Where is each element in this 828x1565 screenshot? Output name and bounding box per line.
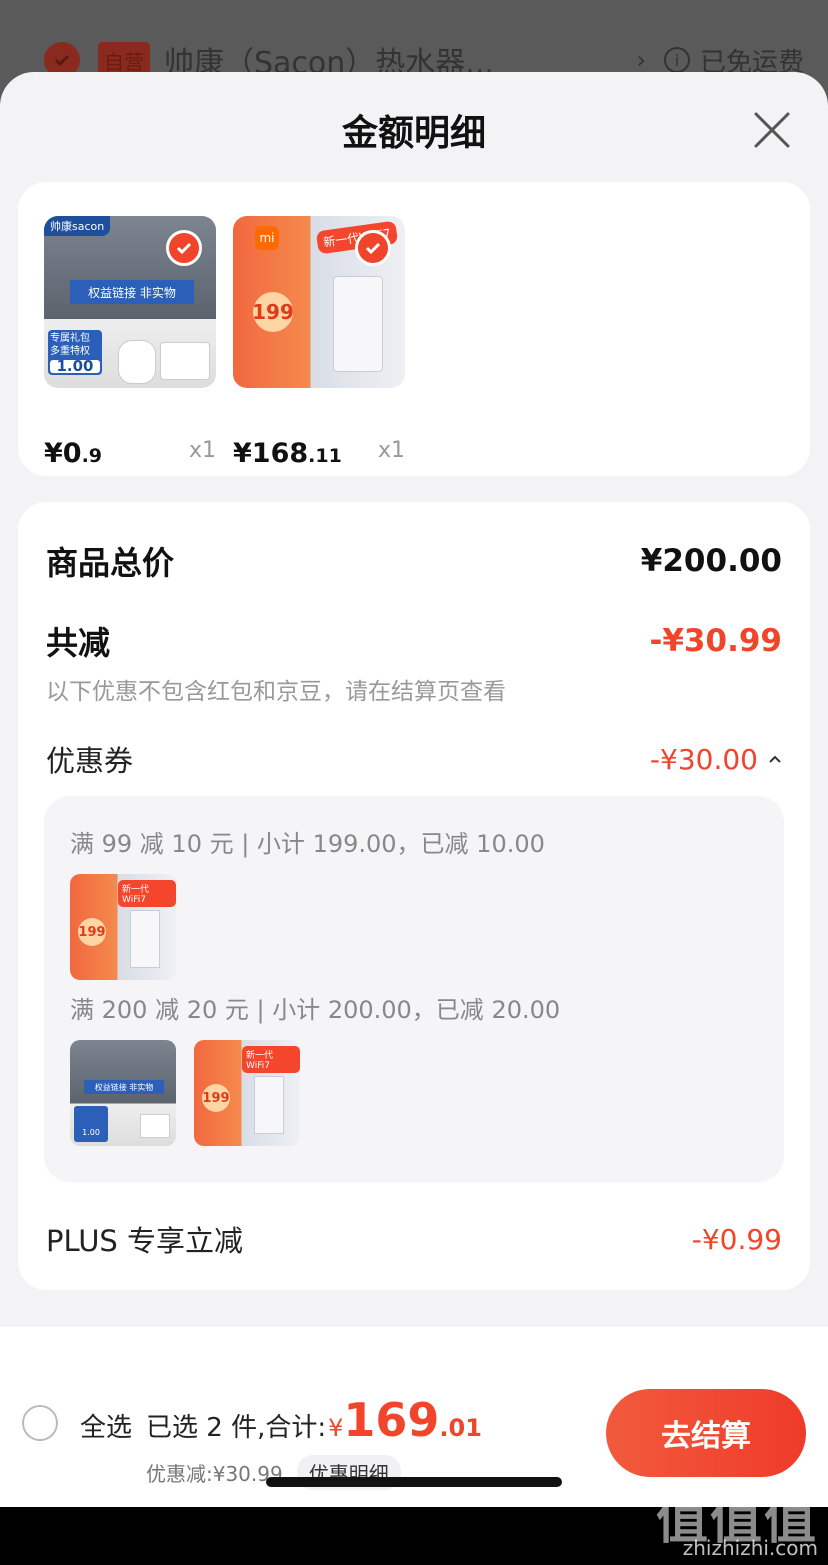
close-button[interactable] (752, 110, 792, 150)
info-icon: i (663, 47, 690, 73)
coupon-product-thumb: 新一代WiFi7 199 (194, 1040, 300, 1146)
total-amount-decimal: .01 (439, 1414, 482, 1442)
summary-text: 已选 2 件,合计: (146, 1413, 327, 1443)
coupon-row[interactable]: 优惠券 -¥30.00 (46, 738, 782, 780)
coupon-value: -¥30.00 (650, 743, 782, 776)
product-image-router: mi 新一代WiFi7 199 (233, 216, 405, 388)
product-quantity: x1 (377, 438, 405, 463)
coupon-label: 优惠券 (46, 744, 134, 778)
chevron-up-icon (769, 755, 781, 763)
router-shape (254, 1076, 284, 1134)
coupon-product-thumb: 权益链接 非实物 1.00 (70, 1040, 176, 1146)
gift-tag-price: 1.00 (50, 359, 100, 374)
products-card: 帅康sacon 权益链接 非实物 专属礼包 多重特权 1.00 ¥0.9 x1 … (18, 182, 810, 476)
checkout-button[interactable]: 去结算 (606, 1389, 806, 1477)
thumb-overlay-label: 新一代WiFi7 (242, 1046, 300, 1073)
product-price: ¥0.9 (44, 438, 103, 469)
heater-panel-shape (140, 1114, 170, 1138)
home-indicator[interactable] (266, 1477, 562, 1487)
coupon-rule: 满 200 减 20 元 | 小计 200.00，已减 20.00 (70, 996, 561, 1024)
coupon-product-thumb: 新一代WiFi7 199 (70, 874, 176, 980)
thumb-promo-badge: 199 (202, 1084, 230, 1112)
product-quantity: x1 (188, 438, 216, 463)
heater-panel-shape (160, 342, 210, 380)
total-reduce-value: -¥30.99 (649, 623, 783, 659)
selected-check-icon (355, 230, 391, 266)
order-summary: 已选 2 件,合计: ¥ 169 .01 (146, 1393, 482, 1447)
product-item[interactable]: mi 新一代WiFi7 199 ¥168.11 x1 (233, 216, 405, 469)
total-price-value: ¥200.00 (640, 543, 782, 579)
brand-logo: 帅康sacon (44, 216, 111, 236)
amount-detail-sheet: 金额明细 帅康sacon 权益链接 非实物 专属礼包 多重特权 1.00 ¥0.… (0, 72, 828, 1507)
close-icon (754, 112, 790, 148)
thumb-gift-tag: 1.00 (74, 1106, 108, 1142)
product-image-heater: 帅康sacon 权益链接 非实物 专属礼包 多重特权 1.00 (44, 216, 216, 388)
sheet-title: 金额明细 (341, 113, 486, 154)
select-all-radio[interactable] (22, 1405, 58, 1441)
total-reduce-label: 共减 (46, 624, 111, 662)
thumb-promo-badge: 199 (78, 918, 106, 946)
product-item[interactable]: 帅康sacon 权益链接 非实物 专属礼包 多重特权 1.00 ¥0.9 x1 (44, 216, 216, 469)
heater-device-shape (118, 340, 156, 384)
select-all-label[interactable]: 全选 (80, 1407, 132, 1444)
product-price: ¥168.11 (233, 438, 342, 469)
total-price-row: 商品总价 ¥200.00 (46, 538, 782, 584)
coupon-amount: -¥30.00 (649, 742, 758, 776)
promo-price-badge: 199 (252, 292, 294, 332)
currency-symbol: ¥ (328, 1414, 344, 1442)
chevron-right-icon: › (636, 46, 646, 74)
router-shape (130, 910, 160, 968)
product-overlay-label: 权益链接 非实物 (70, 280, 194, 304)
plus-discount-row: PLUS 专享立减 -¥0.99 (46, 1218, 782, 1260)
thumb-overlay-label: 新一代WiFi7 (118, 880, 176, 907)
gift-tag-line1: 专属礼包 (50, 333, 90, 344)
discount-text: 优惠减:¥30.99 (146, 1462, 283, 1486)
watermark-url: zhizhizhi.com (682, 1536, 818, 1560)
plus-discount-value: -¥0.99 (691, 1222, 782, 1256)
gift-tag: 专属礼包 多重特权 1.00 (48, 330, 102, 375)
selected-check-icon (166, 230, 202, 266)
price-detail-card: 商品总价 ¥200.00 共减 -¥30.99 以下优惠不包含红包和京豆，请在结… (18, 502, 810, 1290)
plus-discount-label: PLUS 专享立减 (46, 1224, 244, 1258)
mi-logo: mi (255, 226, 279, 250)
total-price-label: 商品总价 (46, 544, 175, 582)
coupon-breakdown: 满 99 减 10 元 | 小计 199.00，已减 10.00 新一代WiFi… (44, 796, 784, 1182)
reduce-note: 以下优惠不包含红包和京豆，请在结算页查看 (46, 679, 506, 705)
coupon-rule: 满 99 减 10 元 | 小计 199.00，已减 10.00 (70, 830, 545, 858)
router-shape (333, 276, 383, 372)
total-reduce-row: 共减 -¥30.99 (46, 618, 782, 664)
total-amount-integer: 169 (343, 1393, 440, 1447)
thumb-overlay-label: 权益链接 非实物 (84, 1080, 164, 1094)
